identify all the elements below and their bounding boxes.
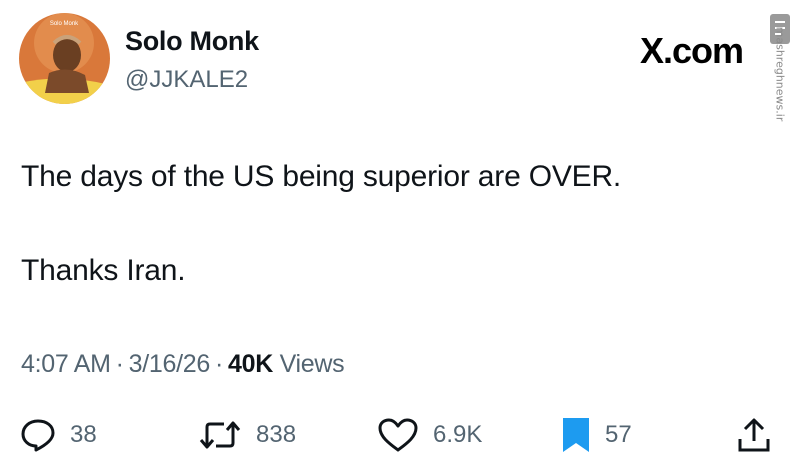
tweet-text-line: The days of the US being superior are OV… [21,160,622,193]
repost-count: 838 [256,421,297,448]
reply-count: 38 [70,421,97,448]
separator-dot: · [214,350,223,378]
display-name[interactable]: Solo Monk [125,26,259,57]
watermark-text: mashreghnews.ir [773,26,787,122]
tweet-text-line: Thanks Iran. [21,254,186,287]
avatar-label: Solo Monk [50,21,79,27]
like-count: 6.9K [433,421,483,448]
share-button[interactable] [737,410,771,460]
separator-dot: · [115,350,124,378]
repost-icon [199,421,241,449]
like-icon [378,418,418,452]
brand-logo: X.com [640,30,744,71]
action-bar: 38 838 6.9K 57 [0,410,800,460]
bookmark-count: 57 [605,421,632,448]
bookmark-icon [563,418,589,452]
bookmark-button[interactable]: 57 [561,410,632,460]
user-handle[interactable]: @JJKALE2 [125,66,248,94]
watermark: mashreghnews.ir [767,12,793,134]
avatar[interactable]: Solo Monk [19,13,110,104]
tweet-date[interactable]: 3/16/26 [129,350,211,378]
reply-icon [21,419,55,452]
reply-button[interactable]: 38 [20,410,97,460]
tweet-time[interactable]: 4:07 AM [21,350,111,378]
repost-button[interactable]: 838 [198,410,296,460]
share-icon [738,418,770,452]
views-label: Views [279,350,345,378]
tweet-meta: 4:07 AM · 3/16/26 · 40K Views [21,350,345,379]
views-count: 40K [228,350,273,378]
like-button[interactable]: 6.9K [377,410,482,460]
